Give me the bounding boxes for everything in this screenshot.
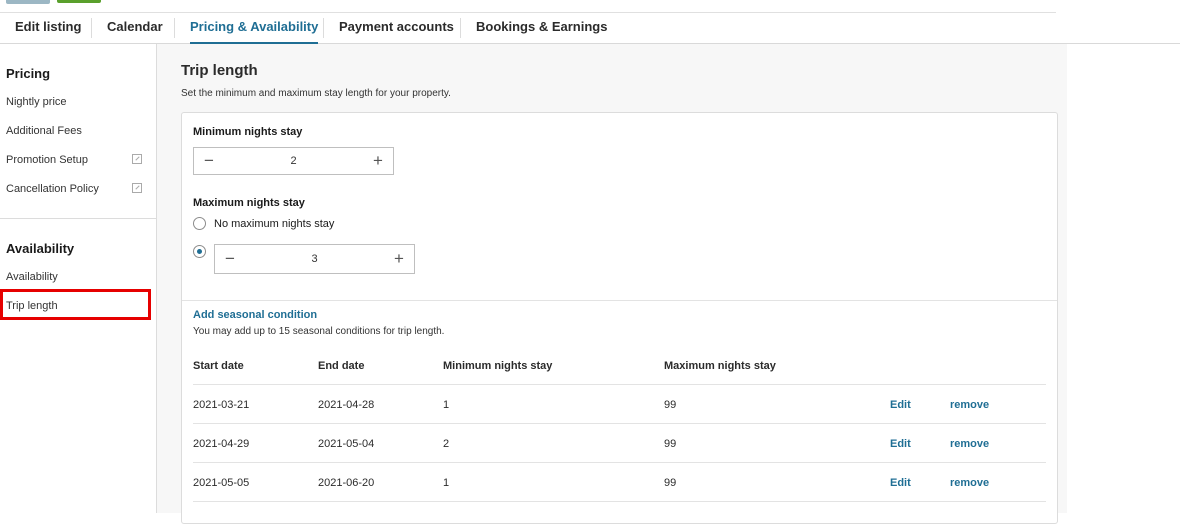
no-max-radio[interactable] [193, 217, 206, 230]
minus-icon[interactable]: − [215, 245, 245, 273]
row-max-nights: 99 [664, 477, 677, 489]
trip-length-card: Minimum nights stay − 2 + Maximum nights… [181, 112, 1058, 524]
tab-payment-accounts[interactable]: Payment accounts [339, 13, 454, 43]
min-nights-label: Minimum nights stay [193, 126, 303, 138]
main-content: Trip length Set the minimum and maximum … [157, 44, 1067, 524]
column-header-start: Start date [193, 360, 244, 372]
listing-status-badge [57, 0, 101, 3]
section-divider [182, 300, 1057, 301]
max-nights-label: Maximum nights stay [193, 197, 305, 209]
tab-separator [460, 18, 461, 38]
no-max-radio-label: No maximum nights stay [214, 218, 335, 230]
listing-thumbnail[interactable] [6, 0, 50, 4]
sidebar-item-promotion-setup[interactable]: Promotion Setup [6, 154, 88, 166]
row-max-nights: 99 [664, 438, 677, 450]
custom-max-radio[interactable] [193, 245, 206, 258]
max-nights-stepper: − 3 + [214, 244, 415, 274]
sidebar-item-availability[interactable]: Availability [6, 271, 58, 283]
table-divider [193, 462, 1046, 463]
max-nights-value[interactable]: 3 [245, 245, 384, 273]
column-header-min: Minimum nights stay [443, 360, 553, 372]
sidebar-divider [0, 218, 156, 219]
table-divider [193, 501, 1046, 502]
row-end-date: 2021-05-04 [318, 438, 375, 450]
column-header-max: Maximum nights stay [664, 360, 776, 372]
row-end-date: 2021-04-28 [318, 399, 375, 411]
edit-button[interactable]: Edit [890, 399, 911, 411]
column-header-end: End date [318, 360, 365, 372]
row-start-date: 2021-04-29 [193, 438, 250, 450]
add-seasonal-condition-link[interactable]: Add seasonal condition [193, 309, 317, 321]
tab-pricing-availability[interactable]: Pricing & Availability [190, 13, 319, 44]
sidebar-item-nightly-price[interactable]: Nightly price [6, 96, 67, 108]
min-nights-value[interactable]: 2 [224, 148, 363, 174]
row-start-date: 2021-03-21 [193, 399, 250, 411]
sidebar-heading-pricing: Pricing [6, 66, 51, 81]
external-link-icon[interactable] [132, 154, 142, 164]
row-min-nights: 2 [443, 438, 450, 450]
tab-edit-listing[interactable]: Edit listing [15, 13, 81, 43]
plus-icon[interactable]: + [384, 245, 414, 273]
row-end-date: 2021-06-20 [318, 477, 375, 489]
sidebar: Pricing Nightly price Additional Fees Pr… [0, 44, 157, 513]
edit-button[interactable]: Edit [890, 438, 911, 450]
row-min-nights: 1 [443, 399, 450, 411]
sidebar-item-trip-length[interactable]: Trip length [6, 300, 58, 312]
external-link-icon[interactable] [132, 183, 142, 193]
table-divider [193, 384, 1046, 385]
sidebar-heading-availability: Availability [6, 241, 75, 256]
sidebar-item-cancellation-policy[interactable]: Cancellation Policy [6, 183, 99, 195]
minus-icon[interactable]: − [194, 148, 224, 174]
listing-header-strip [0, 0, 1180, 12]
row-min-nights: 1 [443, 477, 450, 489]
tab-separator [323, 18, 324, 38]
listing-tabs: Edit listing Calendar Pricing & Availabi… [0, 13, 1180, 44]
remove-button[interactable]: remove [950, 438, 989, 450]
row-start-date: 2021-05-05 [193, 477, 250, 489]
tab-bookings-earnings[interactable]: Bookings & Earnings [476, 13, 607, 43]
edit-button[interactable]: Edit [890, 477, 911, 489]
remove-button[interactable]: remove [950, 399, 989, 411]
sidebar-item-additional-fees[interactable]: Additional Fees [6, 125, 82, 137]
tab-separator [91, 18, 92, 38]
page-subtitle: Set the minimum and maximum stay length … [181, 88, 451, 99]
tab-separator [174, 18, 175, 38]
tab-calendar[interactable]: Calendar [107, 13, 163, 43]
page-title: Trip length [181, 62, 258, 79]
seasonal-note: You may add up to 15 seasonal conditions… [193, 326, 445, 337]
min-nights-stepper: − 2 + [193, 147, 394, 175]
table-divider [193, 423, 1046, 424]
row-max-nights: 99 [664, 399, 677, 411]
remove-button[interactable]: remove [950, 477, 989, 489]
plus-icon[interactable]: + [363, 148, 393, 174]
